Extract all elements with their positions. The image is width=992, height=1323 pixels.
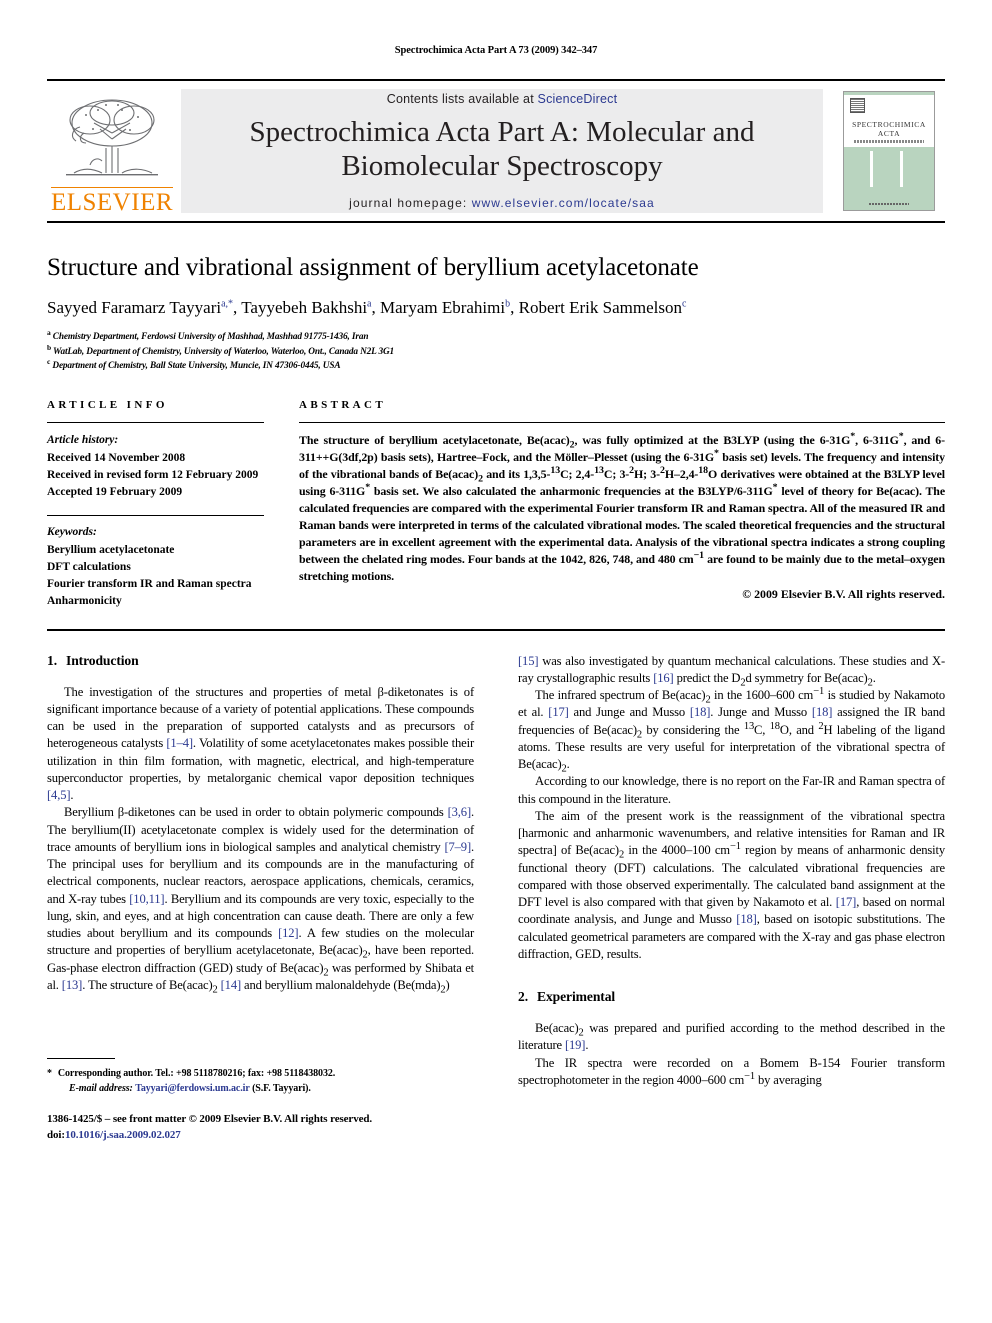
- keyword-item-2: DFT calculations: [47, 560, 131, 573]
- abstract-heading: ABSTRACT: [299, 399, 387, 412]
- cover-mini-logo-icon: [850, 98, 865, 113]
- article-history-accepted: Accepted 19 February 2009: [47, 486, 183, 499]
- footnote-block: * Corresponding author. Tel.: +98 5118780…: [47, 1058, 474, 1144]
- email-note: E-mail address: Tayyari@ferdowsi.um.ac.i…: [47, 1081, 474, 1096]
- section-number-experimental: 2.: [518, 989, 528, 1005]
- homepage-prefix: journal homepage:: [349, 195, 472, 210]
- article-history-label: Article history:: [47, 434, 119, 447]
- journal-homepage-link[interactable]: www.elsevier.com/locate/saa: [472, 196, 655, 210]
- masthead-center-panel: Contents lists available at ScienceDirec…: [181, 89, 823, 213]
- sciencedirect-link[interactable]: ScienceDirect: [538, 92, 618, 106]
- keyword-item-3: Fourier transform IR and Raman spectra: [47, 578, 252, 591]
- affiliation-text-b: WatLab, Department of Chemistry, Univers…: [53, 346, 395, 357]
- page-title: Structure and vibrational assignment of …: [47, 254, 699, 281]
- footnote-star-marker: *: [47, 1068, 52, 1080]
- paragraph-right-6: The IR spectra were recorded on a Bomem …: [518, 1055, 945, 1087]
- article-info-column: ARTICLE INFO Article history: Received 1…: [47, 399, 290, 610]
- doi-link[interactable]: 10.1016/j.saa.2009.02.027: [65, 1129, 181, 1141]
- cover-stripe-left: [870, 151, 873, 187]
- cover-head: SPECTROCHIMICA ACTA: [844, 95, 934, 145]
- email-label: E-mail address:: [69, 1083, 133, 1095]
- affiliation-marker-b: b: [47, 342, 52, 352]
- paragraph-right-3: According to our knowledge, there is no …: [518, 774, 945, 806]
- affiliation-a: a Chemistry Department, Ferdowsi Univers…: [47, 328, 945, 344]
- contents-prefix: Contents lists available at: [386, 92, 538, 107]
- abstract-bottom-rule: [47, 628, 945, 631]
- section-number-introduction: 1.: [47, 652, 57, 668]
- paragraph-left-2: Beryllium β-diketones can be used in ord…: [47, 805, 475, 996]
- journal-masthead: ELSEVIER Contents lists available at Sci…: [47, 79, 945, 223]
- keywords-label: Keywords:: [47, 526, 97, 539]
- paragraph-left-1: The investigation of the structures and …: [47, 684, 474, 803]
- cover-card: SPECTROCHIMICA ACTA: [843, 91, 935, 211]
- paragraph-right-1: [15] was also investigated by quantum me…: [518, 653, 945, 689]
- doi-label: doi:: [47, 1129, 65, 1142]
- corresponding-author-text: Corresponding author. Tel.: +98 51187802…: [57, 1068, 336, 1080]
- section-title-introduction: Introduction: [66, 652, 139, 668]
- affiliation-text-a: Chemistry Department, Ferdowsi Universit…: [52, 332, 369, 343]
- article-info-heading: ARTICLE INFO: [47, 399, 168, 412]
- abstract-rule: [299, 422, 945, 424]
- journal-cover-thumbnail: SPECTROCHIMICA ACTA: [833, 81, 945, 221]
- abstract-body: The structure of beryllium acetylacetona…: [299, 431, 946, 583]
- journal-homepage-line: journal homepage: www.elsevier.com/locat…: [349, 196, 655, 210]
- section-title-experimental: Experimental: [537, 989, 616, 1005]
- issn-line: 1386-1425/$ – see front matter © 2009 El…: [47, 1113, 373, 1126]
- cover-stripe-right: [900, 151, 903, 187]
- author-list: Sayyed Faramarz Tayyaria,*, Tayyebeh Bak…: [47, 298, 687, 317]
- cover-foot: [844, 197, 934, 210]
- affiliation-marker-c: c: [47, 356, 51, 366]
- corresponding-author-note: * Corresponding author. Tel.: +98 5118780…: [47, 1066, 474, 1081]
- affiliation-list: a Chemistry Department, Ferdowsi Univers…: [47, 328, 945, 373]
- elsevier-logo: ELSEVIER: [47, 81, 177, 221]
- body-columns: 1. Introduction The investigation of the …: [47, 653, 945, 1145]
- abstract-copyright: © 2009 Elsevier B.V. All rights reserved…: [742, 586, 945, 601]
- keyword-item-1: Beryllium acetylacetonate: [47, 543, 175, 556]
- paragraph-right-4: The aim of the present work is the reass…: [518, 808, 946, 961]
- issn-copyright-block: 1386-1425/$ – see front matter © 2009 El…: [47, 1112, 474, 1144]
- body-column-right: [15] was also investigated by quantum me…: [518, 653, 945, 1145]
- article-info-rule: [47, 422, 264, 424]
- affiliation-text-c: Department of Chemistry, Ball State Univ…: [52, 361, 341, 372]
- affiliation-c: c Department of Chemistry, Ball State Un…: [47, 356, 945, 373]
- cover-foot-rule: [869, 202, 909, 205]
- article-history-revised: Received in revised form 12 February 200…: [47, 468, 259, 481]
- article-page: Spectrochimica Acta Part A 73 (2009) 342…: [0, 0, 992, 1323]
- keywords-rule: [47, 515, 264, 517]
- journal-title-line-1: Spectrochimica Acta Part A: Molecular an…: [249, 116, 755, 149]
- paragraph-right-2: The infrared spectrum of Be(acac)2 in th…: [518, 686, 946, 775]
- cover-title-line-1: SPECTROCHIMICA: [852, 120, 926, 129]
- section-heading-experimental: 2. Experimental: [518, 989, 945, 1005]
- elsevier-tree-icon: [66, 99, 158, 176]
- journal-title-line-2: Biomolecular Spectroscopy: [341, 149, 663, 182]
- section-heading-introduction: 1. Introduction: [47, 653, 474, 669]
- doi-line: doi:10.1016/j.saa.2009.02.027: [47, 1128, 474, 1144]
- affiliation-b: b WatLab, Department of Chemistry, Unive…: [47, 342, 945, 359]
- cover-body: [844, 147, 934, 197]
- running-head: Spectrochimica Acta Part A 73 (2009) 342…: [394, 45, 598, 56]
- affiliation-marker-a: a: [47, 328, 51, 338]
- cover-subtitle-rule: [854, 140, 924, 143]
- footnote-rule: [47, 1058, 115, 1060]
- info-abstract-region: ARTICLE INFO Article history: Received 1…: [47, 399, 945, 610]
- email-suffix: (S.F. Tayyari).: [252, 1083, 311, 1095]
- contents-available-line: Contents lists available at ScienceDirec…: [387, 92, 618, 106]
- title-block: Structure and vibrational assignment of …: [47, 253, 945, 373]
- journal-title: Spectrochimica Acta Part A: Molecular an…: [230, 116, 775, 182]
- paragraph-right-5: Be(acac)2 was prepared and purified acco…: [518, 1021, 945, 1053]
- elsevier-wordmark: ELSEVIER: [50, 187, 174, 216]
- keyword-item-4: Anharmonicity: [47, 595, 122, 608]
- cover-title-line-2: ACTA: [877, 129, 901, 138]
- body-column-left: 1. Introduction The investigation of the …: [47, 653, 474, 1145]
- article-history-received: Received 14 November 2008: [47, 451, 186, 464]
- abstract-column: ABSTRACT The structure of beryllium acet…: [290, 399, 945, 610]
- email-link[interactable]: Tayyari@ferdowsi.um.ac.ir: [135, 1083, 250, 1094]
